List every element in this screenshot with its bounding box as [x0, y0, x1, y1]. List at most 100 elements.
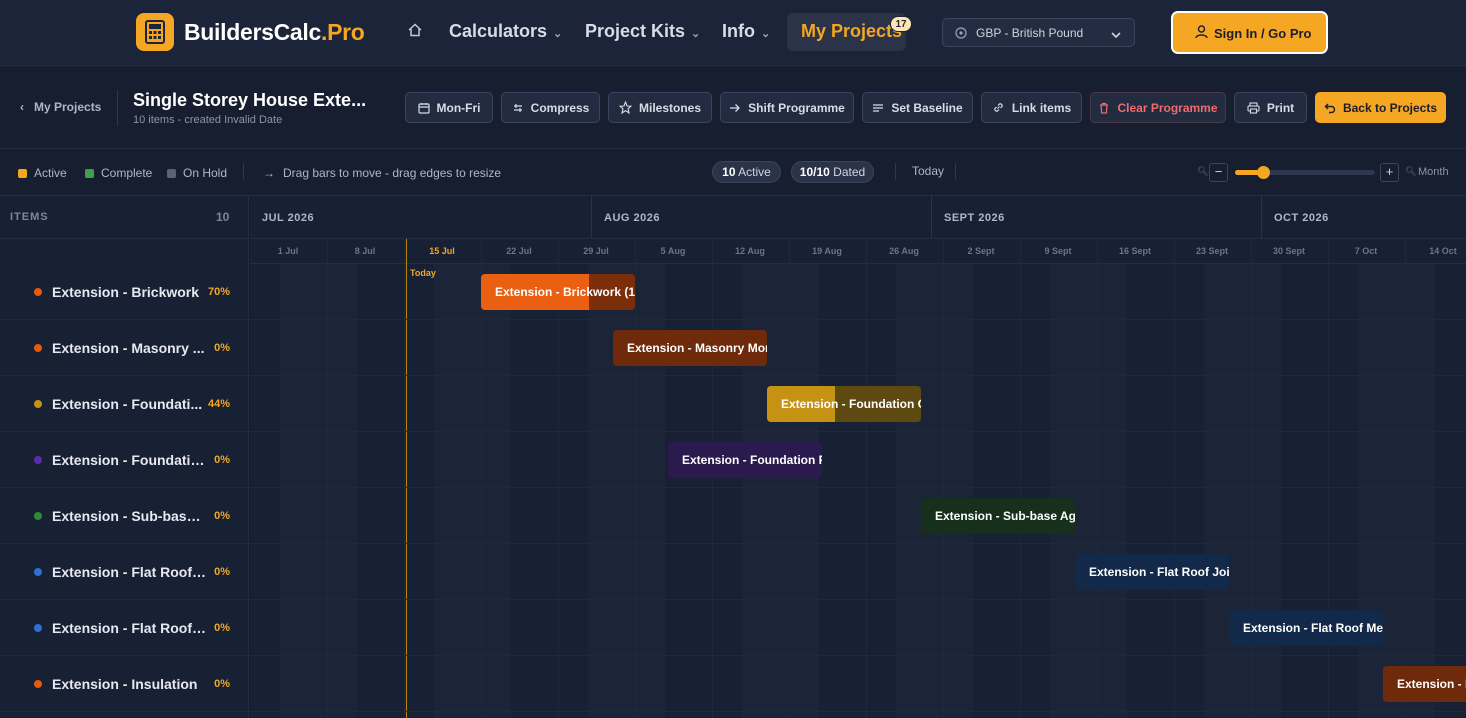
gantt-bar-label: Extension - Foundation Rebar (	[682, 453, 822, 467]
baseline-icon	[873, 103, 884, 112]
legend-on-hold-label: On Hold	[183, 166, 228, 180]
item-status-dot	[34, 568, 42, 576]
gantt-bar-label: Extension - Sub-base Aggrega	[935, 509, 1075, 523]
gantt-bar[interactable]: Extension - Ins	[1383, 666, 1466, 702]
nav-project-kits[interactable]: Project Kits ⌄	[585, 21, 700, 42]
gantt-bar-label: Extension - Brickwork (12	[495, 285, 635, 299]
divider	[955, 163, 956, 180]
link-items-button[interactable]: Link items	[981, 92, 1082, 123]
currency-select[interactable]: GBP - British Pound	[942, 18, 1135, 47]
nav-info-label: Info	[722, 21, 755, 41]
zoom-out-button[interactable]: −	[1209, 163, 1228, 182]
arrow-right-icon: →	[263, 166, 275, 180]
link-icon	[994, 103, 1003, 112]
gantt-bar[interactable]: Extension - Masonry Mortar (1	[613, 330, 767, 366]
item-name[interactable]: Extension - Sub-base ...	[52, 508, 207, 524]
shift-programme-button[interactable]: Shift Programme	[720, 92, 854, 123]
milestones-button[interactable]: Milestones	[608, 92, 712, 123]
project-subtitle: 10 items - created Invalid Date	[133, 114, 283, 126]
zoom-in-magnifier-icon: 🔍︎	[1405, 166, 1417, 176]
item-name[interactable]: Extension - Foundati...	[52, 396, 207, 412]
legend-complete: Complete	[85, 166, 152, 180]
month-divider	[591, 196, 592, 239]
row-divider	[250, 431, 1466, 432]
gantt-bar[interactable]: Extension - Foundation Concre	[767, 386, 921, 422]
gantt-bar[interactable]: Extension - Flat Roof Membrar	[1229, 610, 1383, 646]
print-button[interactable]: Print	[1234, 92, 1307, 123]
back-to-projects-label: Back to Projects	[1342, 100, 1438, 115]
item-name[interactable]: Extension - Brickwork	[52, 284, 207, 300]
item-name[interactable]: Extension - Flat Roof ...	[52, 564, 207, 580]
gantt-chart[interactable]: JUL 2026 AUG 2026 SEPT 2026 OCT 2026 1 Jul 8 …	[250, 196, 1466, 718]
week-label: 12 Aug	[735, 246, 765, 256]
item-name[interactable]: Extension - Foundatio...	[52, 452, 207, 468]
item-progress-percent: 44%	[207, 398, 230, 410]
week-gridline	[327, 239, 328, 718]
nav-my-projects-label[interactable]: My Projects	[801, 21, 902, 42]
zoom-slider-handle[interactable]	[1257, 166, 1270, 179]
row-divider	[250, 711, 1466, 712]
items-count: 10	[216, 210, 230, 224]
nav-calculators[interactable]: Calculators ⌄	[449, 21, 562, 42]
item-name[interactable]: Extension - Masonry ...	[52, 340, 207, 356]
gantt-bar[interactable]: Extension - Brickwork (12	[481, 274, 635, 310]
item-progress-percent: 0%	[214, 510, 230, 522]
zoom-slider[interactable]	[1235, 166, 1375, 179]
row-divider	[250, 599, 1466, 600]
gantt-bar[interactable]: Extension - Flat Roof Joists (1	[1075, 554, 1229, 590]
gantt-bar-label: Extension - Foundation Concre	[781, 397, 921, 411]
undo-icon	[1324, 103, 1336, 113]
item-progress-percent: 0%	[214, 678, 230, 690]
compress-button[interactable]: Compress	[501, 92, 600, 123]
gantt-bar[interactable]: Extension - Foundation Rebar (	[668, 442, 822, 478]
week-stripe	[1050, 264, 1127, 718]
week-gridline	[1405, 239, 1406, 718]
item-progress-percent: 0%	[214, 566, 230, 578]
week-label: 9 Sept	[1044, 246, 1072, 256]
week-gridline	[1251, 239, 1252, 718]
sign-in-button[interactable]: Sign In / Go Pro	[1171, 11, 1328, 54]
week-label: 15 Jul	[429, 246, 455, 256]
dated-count-pill[interactable]: 10/10 Dated	[791, 161, 874, 183]
row-divider	[250, 655, 1466, 656]
month-header: OCT 2026	[1274, 212, 1329, 224]
item-name[interactable]: Extension - Flat Roof ...	[52, 620, 207, 636]
zoom-in-button[interactable]: +	[1380, 163, 1399, 182]
week-gridline	[1020, 239, 1021, 718]
calculator-logo-icon[interactable]	[136, 13, 174, 51]
printer-icon	[1247, 101, 1260, 114]
week-gridline	[558, 239, 559, 718]
items-header: ITEMS	[10, 211, 49, 223]
shift-programme-label: Shift Programme	[748, 100, 845, 115]
complete-swatch	[85, 168, 94, 178]
item-name[interactable]: Extension - Insulation	[52, 676, 207, 692]
today-button[interactable]: Today	[912, 164, 944, 178]
week-stripe	[434, 264, 511, 718]
back-to-my-projects-link[interactable]: ‹ My Projects	[20, 100, 101, 114]
divider	[250, 263, 1466, 264]
month-header: AUG 2026	[604, 212, 660, 224]
item-progress-percent: 0%	[214, 622, 230, 634]
row-divider	[250, 487, 1466, 488]
set-baseline-button[interactable]: Set Baseline	[862, 92, 973, 123]
mon-fri-button[interactable]: Mon-Fri	[405, 92, 493, 123]
item-progress-percent: 70%	[207, 286, 230, 298]
item-status-dot	[34, 456, 42, 464]
week-stripe	[896, 264, 973, 718]
row-divider	[250, 543, 1466, 544]
brand-logo-text[interactable]: BuildersCalc.Pro	[184, 19, 365, 46]
clear-programme-button[interactable]: Clear Programme	[1090, 92, 1226, 123]
mon-fri-label: Mon-Fri	[436, 100, 481, 115]
gantt-bar[interactable]: Extension - Sub-base Aggrega	[921, 498, 1075, 534]
gantt-bar-label: Extension - Flat Roof Joists (1	[1089, 565, 1229, 579]
week-gridline	[1174, 239, 1175, 718]
back-to-projects-button[interactable]: Back to Projects	[1315, 92, 1446, 123]
week-label: 8 Jul	[354, 246, 376, 256]
week-label: 7 Oct	[1354, 246, 1378, 256]
home-icon[interactable]	[407, 22, 423, 43]
nav-info[interactable]: Info ⌄	[722, 21, 770, 42]
coin-icon	[955, 26, 967, 44]
set-baseline-label: Set Baseline	[891, 100, 963, 115]
week-label: 14 Oct	[1429, 246, 1457, 256]
active-count-pill[interactable]: 10 Active	[712, 161, 781, 183]
